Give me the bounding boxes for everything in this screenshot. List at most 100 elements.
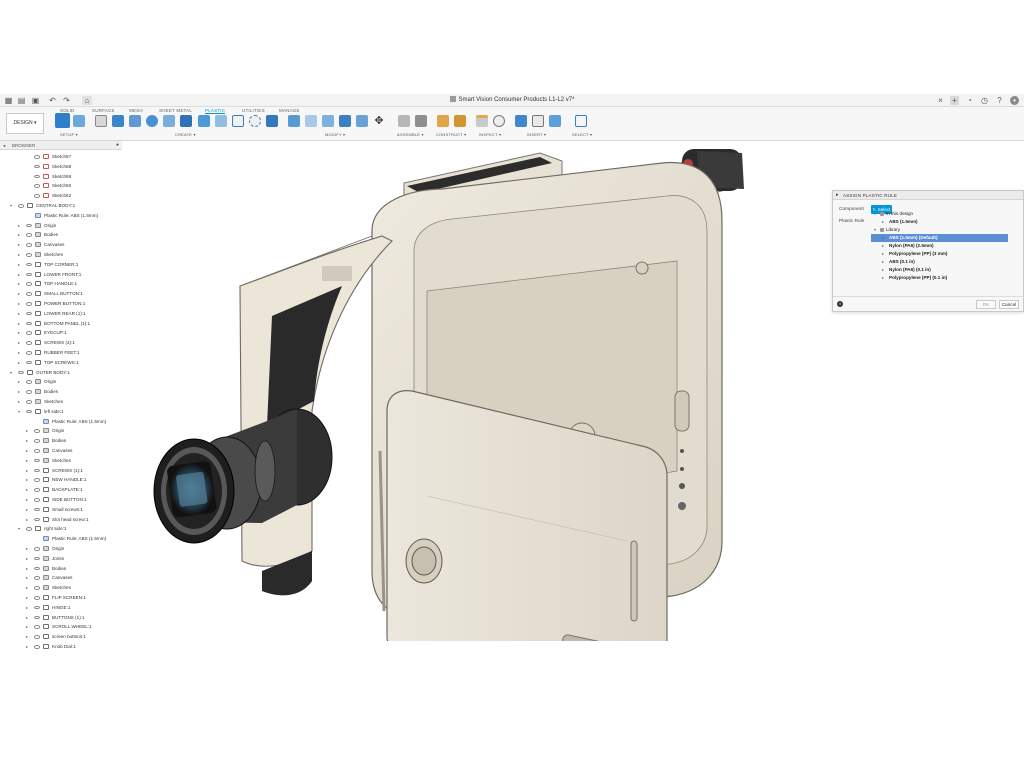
undo-icon[interactable]: ↶ <box>48 96 57 105</box>
expand-arrow-icon[interactable]: ▸ <box>882 218 884 226</box>
browser-node[interactable]: ▸ Bodies <box>0 436 122 446</box>
home-icon[interactable]: ⌂ <box>82 96 92 105</box>
visibility-eye-icon[interactable] <box>34 547 40 551</box>
expand-arrow-icon[interactable]: ▸ <box>26 605 31 610</box>
visibility-eye-icon[interactable] <box>34 556 40 561</box>
pin-icon[interactable]: ● <box>116 141 119 150</box>
browser-node[interactable]: ▸ TOP SCREWS:1 <box>0 358 122 368</box>
expand-arrow-icon[interactable]: ▸ <box>26 615 31 620</box>
browser-node[interactable]: ▸ Origin <box>0 377 122 387</box>
expand-arrow-icon[interactable]: ▸ <box>882 234 884 242</box>
browser-node[interactable]: ▸ Sketches <box>0 583 122 593</box>
browser-node[interactable]: ▸ Sketches <box>0 456 122 466</box>
tab-sheet-metal[interactable]: SHEET METAL <box>159 108 192 113</box>
rib-tool-icon[interactable] <box>198 115 210 127</box>
visibility-eye-icon[interactable] <box>26 262 32 267</box>
browser-node[interactable]: ▸ SCREWS (1):1 <box>0 466 122 476</box>
browser-node[interactable]: ▸ Bodies <box>0 230 122 240</box>
visibility-eye-icon[interactable] <box>34 488 40 492</box>
expand-arrow-icon[interactable]: ▸ <box>26 546 31 551</box>
expand-arrow-icon[interactable]: ▸ <box>18 379 23 384</box>
browser-node[interactable]: ▸ SCREWS (2):1 <box>0 338 122 348</box>
visibility-eye-icon[interactable] <box>34 194 40 198</box>
visibility-eye-icon[interactable] <box>26 390 32 394</box>
browser-node[interactable]: ▸ Sketches <box>0 397 122 407</box>
visibility-eye-icon[interactable] <box>34 625 40 629</box>
close-tab-icon[interactable]: × <box>936 96 945 105</box>
expand-arrow-icon[interactable]: ▸ <box>26 517 31 522</box>
new-tab-icon[interactable]: + <box>950 96 959 105</box>
plastic-rules-tool-icon[interactable] <box>73 115 85 127</box>
measure-tool-icon[interactable] <box>476 115 488 127</box>
setup-group-label[interactable]: SETUP ▾ <box>60 132 78 137</box>
expand-arrow-icon[interactable]: ▸ <box>18 321 23 326</box>
visibility-eye-icon[interactable] <box>34 184 40 188</box>
browser-node[interactable]: ▸ Bodies <box>0 387 122 397</box>
web-tool-icon[interactable] <box>215 115 227 127</box>
browser-node[interactable]: Sketch58 <box>0 162 122 172</box>
tab-plastic[interactable]: PLASTIC <box>205 108 226 114</box>
visibility-eye-icon[interactable] <box>26 527 32 531</box>
dialog-options-icon[interactable]: ▸ <box>836 191 839 200</box>
browser-node[interactable]: Sketch59 <box>0 172 122 182</box>
expand-arrow-icon[interactable]: ▸ <box>26 428 31 433</box>
expand-arrow-icon[interactable]: ▸ <box>26 438 31 443</box>
visibility-eye-icon[interactable] <box>34 615 40 620</box>
insert-group-label[interactable]: INSERT ▾ <box>527 132 546 137</box>
browser-node[interactable]: Sketch62 <box>0 191 122 201</box>
visibility-eye-icon[interactable] <box>34 635 40 639</box>
collapse-arrow-icon[interactable]: ▾ <box>10 203 15 208</box>
outer-body-left-side-part[interactable] <box>239 235 393 596</box>
browser-node[interactable]: ▸ SIDE BUTTON:1 <box>0 495 122 505</box>
visibility-eye-icon[interactable] <box>34 429 40 433</box>
browser-node[interactable]: ▸ Canvases <box>0 240 122 250</box>
browser-node[interactable]: ▸ SCROLL WHEEL:1 <box>0 622 122 632</box>
plastic-rule-item[interactable]: ▾ In this design <box>871 210 1008 218</box>
visibility-eye-icon[interactable] <box>34 586 40 590</box>
visibility-eye-icon[interactable] <box>26 233 32 237</box>
shell-tool-icon[interactable] <box>163 115 175 127</box>
collapse-arrow-icon[interactable]: ▾ <box>10 370 15 375</box>
expand-arrow-icon[interactable]: ▸ <box>882 266 884 274</box>
expand-arrow-icon[interactable]: ▸ <box>26 556 31 561</box>
create-group-label[interactable]: CREATE ▾ <box>175 132 196 137</box>
visibility-eye-icon[interactable] <box>34 566 40 571</box>
interference-tool-icon[interactable] <box>493 115 505 127</box>
save-icon[interactable]: ▣ <box>31 96 40 105</box>
browser-node[interactable]: Sketch57 <box>0 152 122 162</box>
redo-icon[interactable]: ↷ <box>62 96 71 105</box>
expand-arrow-icon[interactable]: ▸ <box>18 350 23 355</box>
expand-arrow-icon[interactable]: ▸ <box>26 448 31 453</box>
info-icon[interactable]: i <box>837 301 843 307</box>
browser-node[interactable]: ▸ Origin <box>0 221 122 231</box>
visibility-eye-icon[interactable] <box>26 321 32 326</box>
expand-arrow-icon[interactable]: ▸ <box>26 585 31 590</box>
browser-node[interactable]: ▾ OUTER BODY:1 <box>0 368 122 378</box>
combine-tool-icon[interactable] <box>356 115 368 127</box>
select-group-label[interactable]: SELECT ▾ <box>572 132 592 137</box>
ok-button[interactable]: OK <box>976 300 996 309</box>
visibility-eye-icon[interactable] <box>26 292 32 296</box>
visibility-eye-icon[interactable] <box>26 409 32 414</box>
expand-arrow-icon[interactable]: ▸ <box>18 252 23 257</box>
browser-node[interactable]: ▸ HINGE:1 <box>0 603 122 613</box>
expand-arrow-icon[interactable]: ▸ <box>18 262 23 267</box>
new-component-tool-icon[interactable] <box>398 115 410 127</box>
browser-node[interactable]: ▸ Canvases <box>0 573 122 583</box>
insert-svg-tool-icon[interactable] <box>532 115 544 127</box>
workspace-switcher[interactable]: DESIGN ▾ <box>6 113 44 134</box>
visibility-eye-icon[interactable] <box>34 164 40 169</box>
browser-node[interactable]: ▸ FLIP SCREEN:1 <box>0 593 122 603</box>
visibility-eye-icon[interactable] <box>34 174 40 179</box>
joint-tool-icon[interactable] <box>415 115 427 127</box>
browser-node[interactable]: ▸ BUTTONS (1):1 <box>0 613 122 623</box>
visibility-eye-icon[interactable] <box>34 478 40 482</box>
browser-node[interactable]: ▸ Origin <box>0 426 122 436</box>
visibility-eye-icon[interactable] <box>26 243 32 247</box>
visibility-eye-icon[interactable] <box>34 449 40 453</box>
browser-node[interactable]: Plastic Rule: ABS (1.5mm) <box>0 534 122 544</box>
job-status-icon[interactable]: ◔ <box>965 96 974 105</box>
expand-arrow-icon[interactable]: ▸ <box>26 497 31 502</box>
revolve-tool-icon[interactable] <box>146 115 158 127</box>
create-sketch-tool-icon[interactable] <box>95 115 107 127</box>
